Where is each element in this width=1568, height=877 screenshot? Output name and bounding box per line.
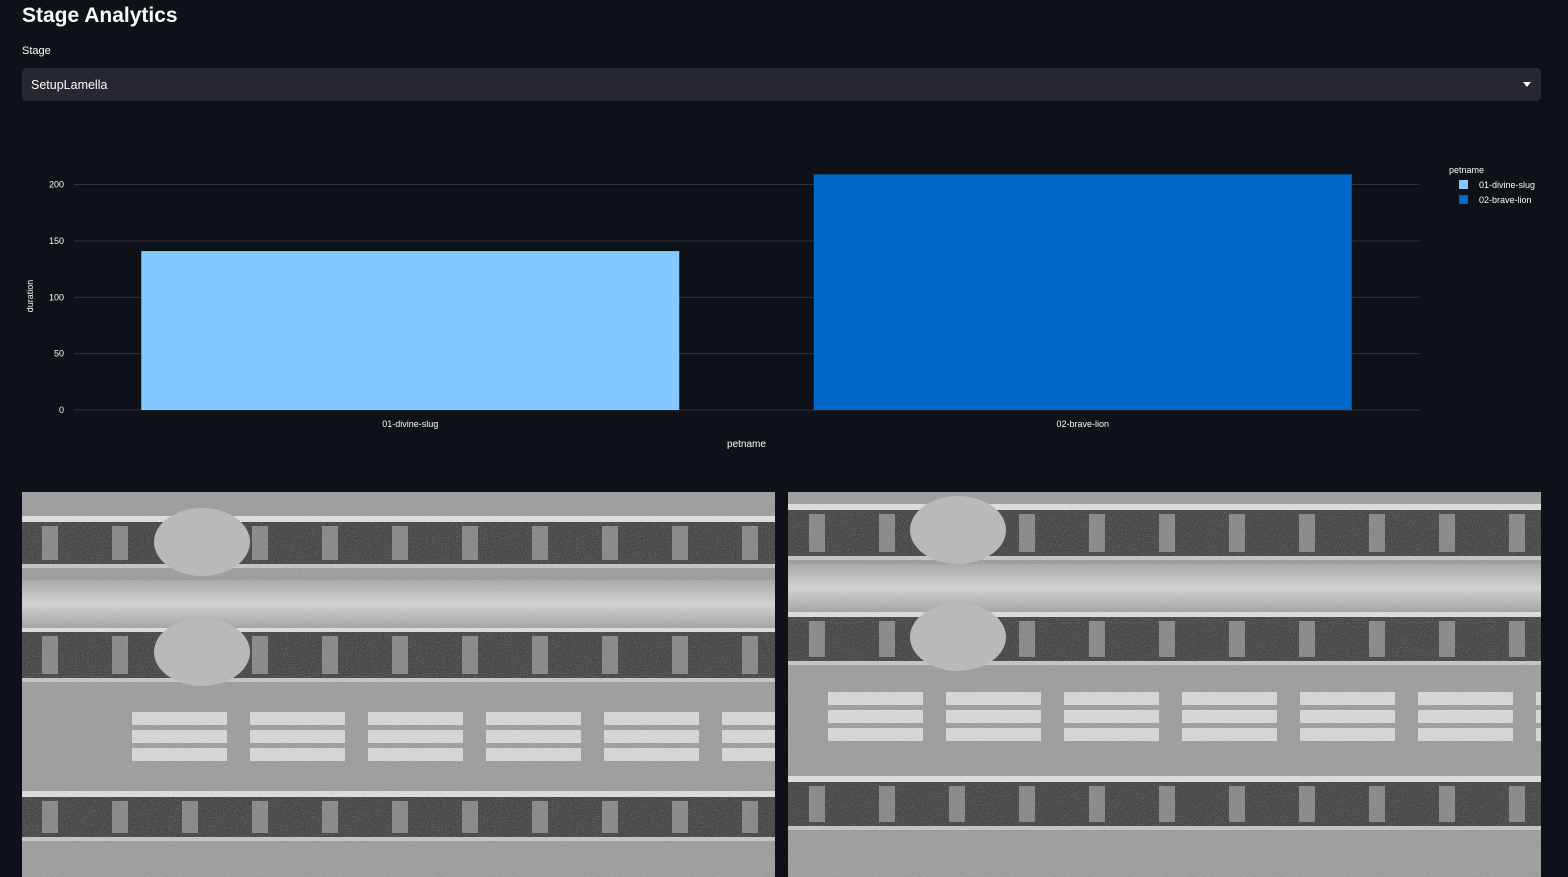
bar[interactable] bbox=[813, 174, 1352, 410]
chevron-down-icon bbox=[1523, 82, 1531, 87]
stage-select-value: SetupLamella bbox=[31, 77, 108, 92]
x-tick-label: 01-divine-slug bbox=[382, 419, 438, 429]
x-tick-label: 02-brave-lion bbox=[1056, 419, 1109, 429]
y-tick-label: 0 bbox=[59, 405, 64, 415]
sem-image-1 bbox=[22, 492, 775, 877]
y-tick-label: 100 bbox=[49, 292, 64, 302]
duration-bar-chart: 0 50 100 150 200 01-divine-slug 02-brave-lion p… bbox=[22, 140, 1541, 460]
y-tick-label: 50 bbox=[54, 349, 64, 359]
image-row bbox=[22, 492, 1541, 877]
legend-swatch[interactable] bbox=[1459, 195, 1468, 204]
chart-svg: 0 50 100 150 200 01-divine-slug 02-brave-lion p… bbox=[25, 165, 1535, 450]
bar[interactable] bbox=[141, 251, 680, 410]
y-axis-title: duration bbox=[25, 280, 35, 313]
stage-label: Stage bbox=[22, 45, 51, 57]
x-axis-title: petname bbox=[727, 439, 766, 450]
y-tick-label: 200 bbox=[49, 180, 64, 190]
sem-micrograph bbox=[22, 492, 775, 877]
y-tick-label: 150 bbox=[49, 236, 64, 246]
legend-entry[interactable]: 02-brave-lion bbox=[1479, 195, 1532, 205]
sem-image-2 bbox=[788, 492, 1541, 877]
sem-micrograph bbox=[788, 492, 1541, 877]
legend-entry[interactable]: 01-divine-slug bbox=[1479, 180, 1535, 190]
legend-title: petname bbox=[1449, 165, 1484, 175]
stage-select[interactable]: SetupLamella bbox=[22, 68, 1541, 101]
page-title: Stage Analytics bbox=[22, 4, 178, 27]
legend-swatch[interactable] bbox=[1459, 180, 1468, 189]
